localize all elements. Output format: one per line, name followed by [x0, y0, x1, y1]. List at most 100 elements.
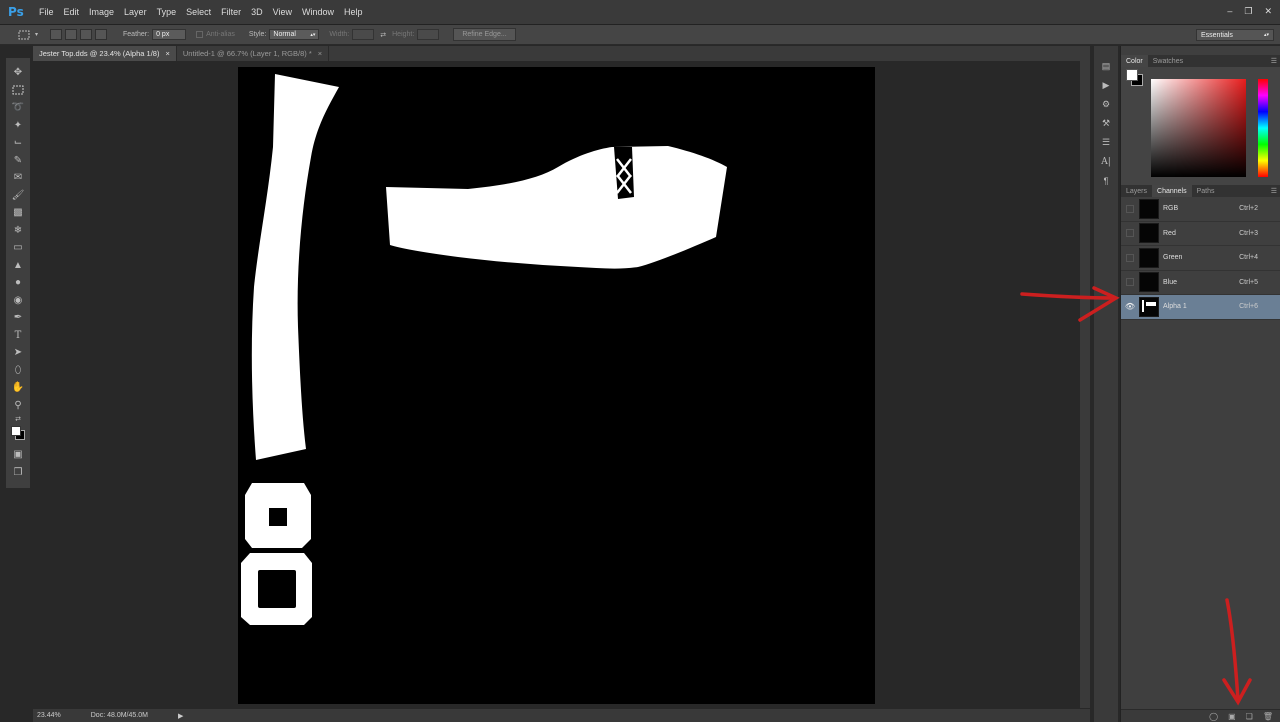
tab-swatches[interactable]: Swatches — [1148, 55, 1188, 67]
channel-row-red[interactable]: Red Ctrl+3 — [1121, 222, 1280, 246]
ellipse-tool-icon[interactable]: ⬯ — [9, 362, 27, 380]
healing-brush-icon[interactable]: ✉ — [9, 169, 27, 187]
load-selection-icon[interactable]: ◯ — [1209, 712, 1218, 721]
channel-row-alpha-1[interactable]: 👁 Alpha 1 Ctrl+6 — [1121, 295, 1280, 320]
save-selection-icon[interactable]: ▣ — [1228, 712, 1236, 721]
menu-window[interactable]: Window — [297, 7, 339, 17]
zoom-level[interactable]: 23.44% — [37, 712, 61, 719]
move-tool-icon[interactable]: ✥ — [9, 64, 27, 82]
zoom-tool-icon[interactable]: ⚲ — [9, 397, 27, 415]
eyedropper-icon[interactable]: ✎ — [9, 152, 27, 170]
visibility-toggle[interactable] — [1123, 275, 1137, 289]
intersect-selection-icon[interactable] — [95, 29, 108, 40]
tab-paths[interactable]: Paths — [1192, 185, 1220, 197]
menu-view[interactable]: View — [268, 7, 297, 17]
menu-3d[interactable]: 3D — [246, 7, 268, 17]
style-label: Style: — [248, 31, 267, 38]
eraser-icon[interactable]: ▭ — [9, 239, 27, 257]
blur-tool-icon[interactable]: ● — [9, 274, 27, 292]
menu-type[interactable]: Type — [152, 7, 182, 17]
brush-tool-icon[interactable]: 🖌 — [9, 187, 27, 205]
hue-slider[interactable] — [1258, 79, 1268, 177]
screen-mode-icon[interactable]: ❐ — [9, 464, 27, 482]
swap-colors-icon[interactable]: ⇄ — [9, 414, 27, 424]
crop-tool-icon[interactable]: ⌙ — [9, 134, 27, 152]
brush-presets-icon[interactable]: ⚒ — [1096, 115, 1116, 132]
actions-panel-icon[interactable]: ▶ — [1096, 77, 1116, 94]
marquee-tool-preset-icon[interactable]: ▾ — [18, 30, 38, 40]
menu-help[interactable]: Help — [339, 7, 368, 17]
channel-name: RGB — [1163, 205, 1179, 213]
quick-mask-icon[interactable]: ▣ — [9, 446, 27, 464]
menu-select[interactable]: Select — [181, 7, 216, 17]
color-panel — [1121, 67, 1280, 185]
type-tool-icon[interactable]: T — [9, 327, 27, 345]
vertical-scrollbar[interactable] — [1080, 61, 1090, 708]
antialias-checkbox[interactable] — [196, 31, 204, 38]
foreground-color-swatch[interactable] — [1126, 69, 1138, 81]
tab-jester-top[interactable]: Jester Top.dds @ 23.4% (Alpha 1/8) × — [33, 46, 177, 61]
height-input[interactable] — [417, 29, 440, 40]
restore-icon[interactable]: ❐ — [1244, 6, 1252, 17]
visibility-toggle[interactable] — [1123, 251, 1137, 265]
paint-bucket-icon[interactable]: ▲ — [9, 257, 27, 275]
document-canvas[interactable] — [238, 67, 875, 704]
properties-panel-icon[interactable]: ⚙ — [1096, 96, 1116, 113]
foreground-color-swatch[interactable] — [11, 426, 21, 436]
paragraph-panel-icon[interactable]: ¶ — [1096, 172, 1116, 189]
delete-channel-icon[interactable]: 🗑 — [1263, 712, 1273, 721]
clone-stamp-icon[interactable]: ▩ — [9, 204, 27, 222]
tool-presets-icon[interactable]: ☰ — [1096, 134, 1116, 151]
panel-menu-icon[interactable]: ☰ — [1271, 187, 1277, 195]
window-controls: – ❐ ✕ — [1227, 6, 1272, 17]
channel-row-blue[interactable]: Blue Ctrl+5 — [1121, 271, 1280, 295]
minimize-icon[interactable]: – — [1227, 6, 1232, 17]
ring-bottom-hole — [258, 570, 296, 608]
path-selection-icon[interactable]: ➤ — [9, 344, 27, 362]
channel-thumbnail — [1139, 296, 1159, 317]
history-brush-icon[interactable]: ❄ — [9, 222, 27, 240]
menu-image[interactable]: Image — [84, 7, 119, 17]
panel-menu-icon[interactable]: ☰ — [1271, 57, 1277, 65]
visibility-toggle[interactable] — [1123, 226, 1137, 240]
color-field[interactable] — [1151, 79, 1246, 177]
channel-row-rgb[interactable]: RGB Ctrl+2 — [1121, 197, 1280, 222]
marquee-tool-icon[interactable] — [9, 82, 27, 100]
refine-edge-button[interactable]: Refine Edge... — [453, 28, 516, 41]
channel-row-green[interactable]: Green Ctrl+4 — [1121, 246, 1280, 271]
menu-filter[interactable]: Filter — [216, 7, 246, 17]
eye-icon[interactable]: 👁 — [1123, 300, 1137, 314]
feather-label: Feather: — [123, 31, 150, 38]
feather-input[interactable]: 0 px — [152, 29, 187, 40]
tab-channels[interactable]: Channels — [1152, 185, 1192, 197]
magic-wand-icon[interactable]: ✦ — [9, 117, 27, 135]
dodge-tool-icon[interactable]: ◉ — [9, 292, 27, 310]
add-selection-icon[interactable] — [65, 29, 78, 40]
new-channel-icon[interactable]: ❏ — [1246, 712, 1253, 721]
tab-untitled-1[interactable]: Untitled-1 @ 66.7% (Layer 1, RGB/8) * × — [177, 46, 330, 61]
swap-dimensions-icon[interactable]: ⇄ — [380, 31, 386, 39]
visibility-toggle[interactable] — [1123, 202, 1137, 216]
close-tab-icon[interactable]: × — [165, 49, 169, 58]
menu-layer[interactable]: Layer — [119, 7, 152, 17]
subtract-selection-icon[interactable] — [80, 29, 93, 40]
tab-color[interactable]: Color — [1121, 55, 1148, 67]
history-panel-icon[interactable]: ▤ — [1096, 58, 1116, 75]
width-input[interactable] — [352, 29, 375, 40]
close-icon[interactable]: ✕ — [1264, 6, 1272, 17]
new-selection-icon[interactable] — [50, 29, 63, 40]
menu-edit[interactable]: Edit — [59, 7, 85, 17]
channel-thumbnail — [1139, 247, 1159, 268]
character-panel-icon[interactable]: A| — [1096, 153, 1116, 170]
hand-tool-icon[interactable]: ✋ — [9, 379, 27, 397]
workspace-select[interactable]: Essentials ▴▾ — [1196, 29, 1274, 41]
foreground-background-colors[interactable] — [9, 424, 27, 446]
tab-layers[interactable]: Layers — [1121, 185, 1152, 197]
lasso-tool-icon[interactable]: ➰ — [9, 99, 27, 117]
menu-file[interactable]: File — [34, 7, 59, 17]
status-menu-arrow-icon[interactable]: ▶ — [178, 712, 183, 720]
close-tab-icon[interactable]: × — [318, 49, 322, 58]
style-select[interactable]: Normal ▴▾ — [269, 29, 320, 40]
channel-shortcut: Ctrl+6 — [1239, 303, 1258, 311]
pen-tool-icon[interactable]: ✒ — [9, 309, 27, 327]
